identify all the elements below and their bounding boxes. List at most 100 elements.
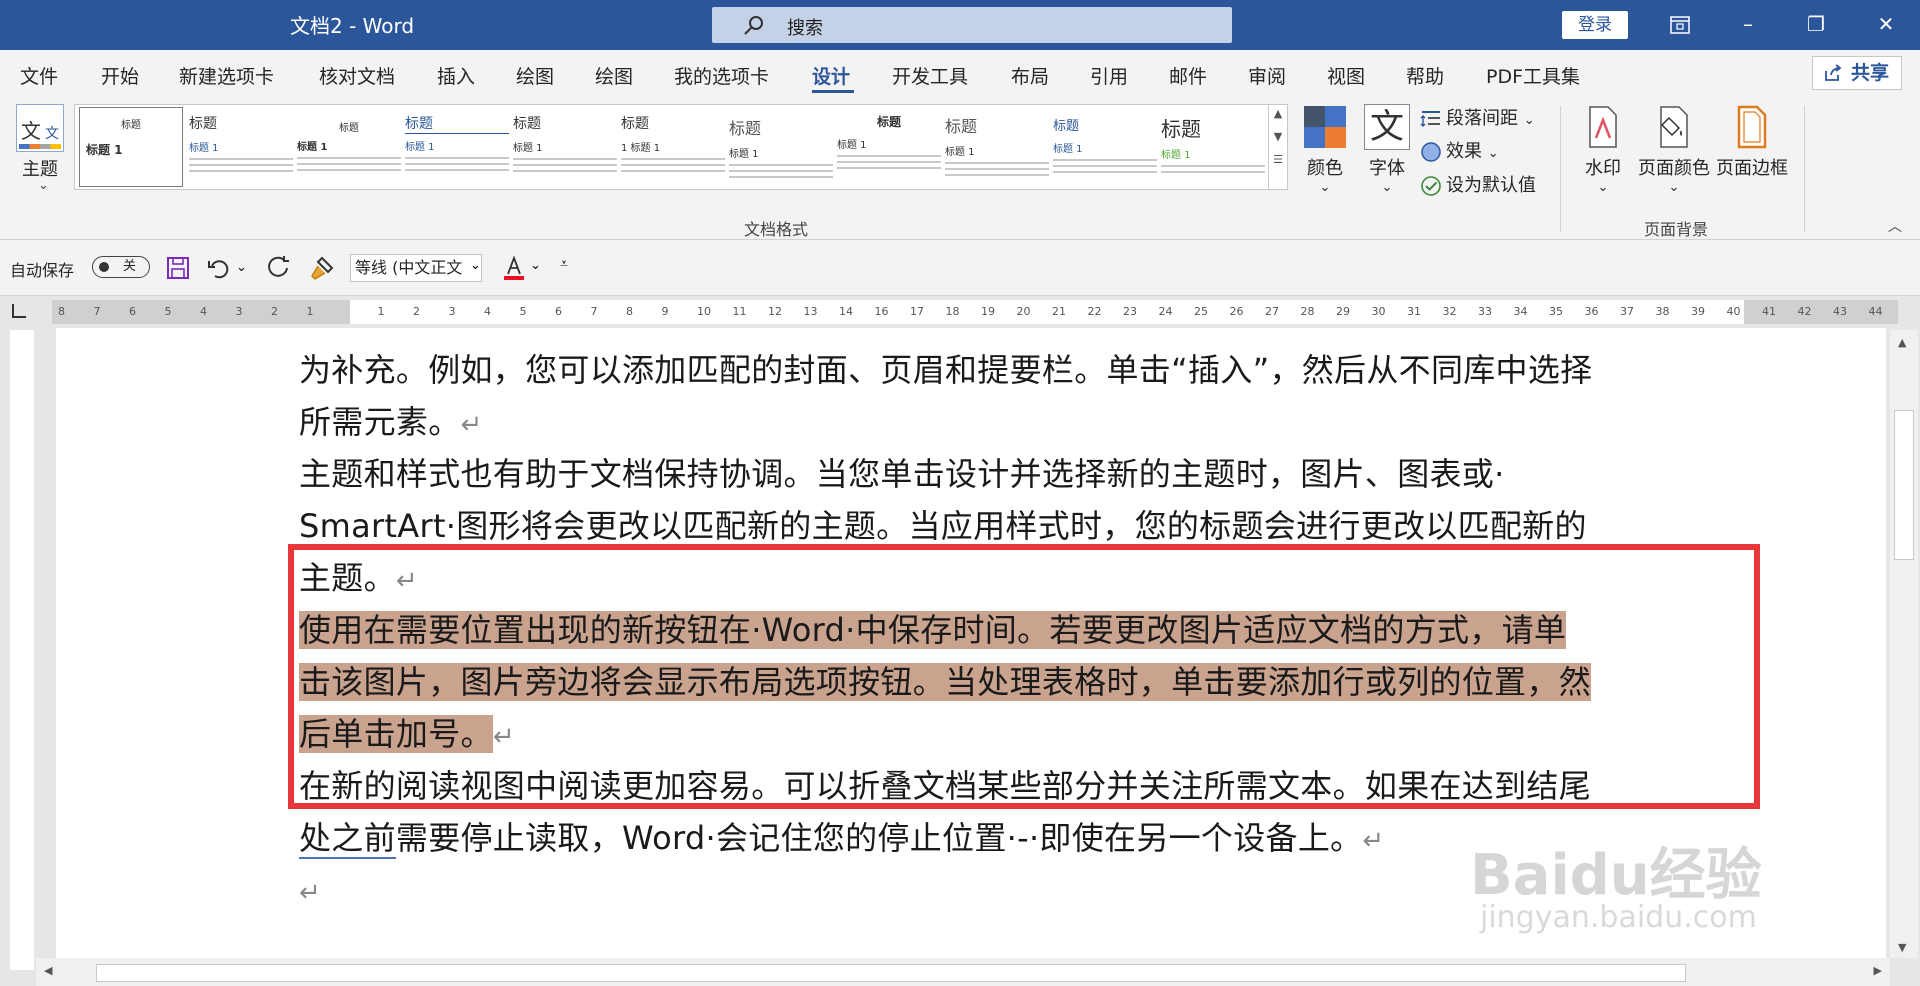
ruler-tick-label: 41 xyxy=(1762,305,1776,318)
horizontal-scrollbar[interactable]: ◀ ▶ xyxy=(36,958,1890,986)
colors-button[interactable]: 颜色 ⌄ xyxy=(1298,104,1352,195)
tab-view[interactable]: 视图 xyxy=(1327,62,1365,89)
share-button[interactable]: 共享 xyxy=(1812,56,1902,90)
gallery-down-icon[interactable]: ▼ xyxy=(1269,130,1287,143)
colors-dropdown-icon: ⌄ xyxy=(1319,180,1331,195)
undo-dropdown-icon[interactable]: ⌄ xyxy=(236,260,250,288)
search-box[interactable]: 搜索 xyxy=(712,7,1232,43)
style-set-item[interactable]: 标题 标题 1 xyxy=(405,107,509,187)
font-color-icon[interactable] xyxy=(500,254,528,282)
ruler-tick-label: 30 xyxy=(1371,305,1386,318)
tab-draw-1[interactable]: 绘图 xyxy=(516,62,554,89)
tab-design[interactable]: 设计 xyxy=(812,62,850,89)
paragraph-spacing-button[interactable]: 段落间距 ⌄ xyxy=(1420,104,1535,130)
tab-references[interactable]: 引用 xyxy=(1090,62,1128,89)
tab-new[interactable]: 新建选项卡 xyxy=(179,62,274,89)
tab-my-tab[interactable]: 我的选项卡 xyxy=(674,62,769,89)
undo-icon[interactable] xyxy=(206,254,234,282)
tab-layout[interactable]: 布局 xyxy=(1011,62,1049,89)
gallery-up-icon[interactable]: ▲ xyxy=(1269,107,1287,120)
menu-bar: 文件 开始 新建选项卡 核对文档 插入 绘图 绘图 我的选项卡 设计 开发工具 … xyxy=(0,50,1920,98)
themes-button[interactable]: 文 文 xyxy=(16,104,70,152)
collapse-ribbon-icon[interactable]: ︿ xyxy=(1888,216,1902,236)
ruler-tick-label: 10 xyxy=(697,305,711,318)
ruler-tick-label: 29 xyxy=(1336,305,1350,318)
style-set-item[interactable]: 标题 标题 1 xyxy=(1053,107,1157,187)
maximize-button[interactable]: ❐ xyxy=(1786,0,1846,50)
font-name-select[interactable]: 等线 (中文正文 xyxy=(350,254,482,282)
ruler-tick-label: 1 xyxy=(306,305,314,318)
style-set-item[interactable]: 标题 标题 1 xyxy=(297,107,401,187)
customize-qat-icon[interactable]: ⩡ xyxy=(560,256,568,272)
tab-home[interactable]: 开始 xyxy=(101,62,139,89)
tab-review[interactable]: 审阅 xyxy=(1248,62,1286,89)
tab-selector-icon[interactable] xyxy=(12,304,26,318)
login-button[interactable]: 登录 xyxy=(1562,11,1628,39)
style-set-item[interactable]: 标题 标题 1 xyxy=(729,107,833,187)
tab-pdf-tools[interactable]: PDF工具集 xyxy=(1486,62,1580,89)
ruler-tick-label: 3 xyxy=(235,305,243,318)
scroll-right-icon[interactable]: ▶ xyxy=(1874,964,1882,977)
autosave-toggle[interactable]: 关 xyxy=(92,256,150,278)
close-button[interactable]: ✕ xyxy=(1856,0,1916,50)
effects-label: 效果 xyxy=(1446,141,1482,162)
style-set-item[interactable]: 标题 标题 1 xyxy=(837,107,941,187)
effects-button[interactable]: 效果 ⌄ xyxy=(1420,137,1499,163)
effects-dropdown-icon: ⌄ xyxy=(1487,146,1499,161)
style-set-item[interactable]: 标题 标题 1 xyxy=(1161,107,1265,187)
themes-icon: 文 文 xyxy=(16,104,64,152)
themes-dropdown-icon[interactable]: ⌄ xyxy=(38,178,49,193)
style-set-item[interactable]: 标题 标题 1 xyxy=(79,107,183,187)
ruler-tick-label: 5 xyxy=(164,305,172,318)
set-as-default-button[interactable]: 设为默认值 xyxy=(1420,171,1536,197)
font-dropdown-icon[interactable]: ⌄ xyxy=(470,258,481,273)
gallery-scroll[interactable]: ▲ ▼ ☰ xyxy=(1268,104,1288,190)
vertical-ruler[interactable] xyxy=(10,330,34,970)
style-set-item[interactable]: 标题 标题 1 xyxy=(189,107,293,187)
tab-draw-2[interactable]: 绘图 xyxy=(595,62,633,89)
fonts-button[interactable]: 文 字体 ⌄ xyxy=(1360,104,1414,195)
save-icon[interactable] xyxy=(164,254,192,282)
style-set-item[interactable]: 标题 标题 1 xyxy=(513,107,617,187)
ruler-area: 8 7 6 5 4 3 2 1 1 2 3 4 5 6 7 8 9 10 11 12 13 14 16 17 18 19 20 21 2… xyxy=(0,296,1920,328)
font-color-dropdown-icon[interactable]: ⌄ xyxy=(530,258,541,273)
ruler-tick-label: 24 xyxy=(1158,305,1173,318)
redo-icon[interactable] xyxy=(264,254,292,282)
ruler-tick-label: 7 xyxy=(93,305,101,318)
watermark-button[interactable]: 水印 ⌄ xyxy=(1574,104,1632,195)
page-color-label: 页面颜色 xyxy=(1638,158,1710,179)
ruler-tick-label: 14 xyxy=(839,305,853,318)
ruler-tick-label: 22 xyxy=(1087,305,1102,318)
scroll-up-icon[interactable]: ▲ xyxy=(1898,336,1906,349)
style-set-item[interactable]: 标题 1 标题 1 xyxy=(621,107,725,187)
ruler-tick-label: 3 xyxy=(448,305,456,318)
tab-review-doc[interactable]: 核对文档 xyxy=(319,62,395,89)
ribbon-display-icon[interactable] xyxy=(1650,0,1710,50)
horizontal-ruler[interactable]: 8 7 6 5 4 3 2 1 1 2 3 4 5 6 7 8 9 10 11 12 13 14 16 17 18 19 20 21 2… xyxy=(52,300,1898,324)
tab-insert[interactable]: 插入 xyxy=(437,62,475,89)
group-separator xyxy=(1804,106,1805,232)
scroll-left-icon[interactable]: ◀ xyxy=(44,964,52,977)
vertical-scrollbar[interactable]: ▲ ▼ xyxy=(1890,330,1918,958)
paragraph-spacing-icon xyxy=(1420,108,1442,130)
tab-developer[interactable]: 开发工具 xyxy=(892,62,968,89)
page-color-button[interactable]: 页面颜色 ⌄ xyxy=(1636,104,1712,195)
format-painter-icon[interactable] xyxy=(308,254,336,282)
vertical-scroll-thumb[interactable] xyxy=(1894,410,1914,560)
tab-help[interactable]: 帮助 xyxy=(1406,62,1444,89)
search-icon xyxy=(744,16,763,35)
quick-access-toolbar: 自动保存 关 ⌄ 等线 (中文正文 ⌄ ⌄ ⩡ xyxy=(0,240,1920,296)
page-borders-button[interactable]: 页面边框 xyxy=(1714,104,1790,180)
ruler-tick-label: 34 xyxy=(1513,305,1528,318)
horizontal-scroll-thumb[interactable] xyxy=(96,964,1686,982)
gallery-more-icon[interactable]: ☰ xyxy=(1269,153,1287,166)
set-as-default-label: 设为默认值 xyxy=(1446,175,1536,196)
scroll-down-icon[interactable]: ▼ xyxy=(1898,941,1906,954)
tab-file[interactable]: 文件 xyxy=(20,62,58,89)
fonts-icon: 文 xyxy=(1364,104,1410,150)
style-set-gallery[interactable]: 标题 标题 1 标题 标题 1 标题 标题 1 标题 标题 1 标题 标题 1 … xyxy=(74,104,1270,190)
doc-line: 为补充。例如，您可以添加匹配的封面、页眉和提要栏。单击“插入”，然后从不同库中选… xyxy=(299,351,1593,389)
minimize-button[interactable]: – xyxy=(1718,0,1778,50)
tab-mailings[interactable]: 邮件 xyxy=(1169,62,1207,89)
style-set-item[interactable]: 标题 标题 1 xyxy=(945,107,1049,187)
